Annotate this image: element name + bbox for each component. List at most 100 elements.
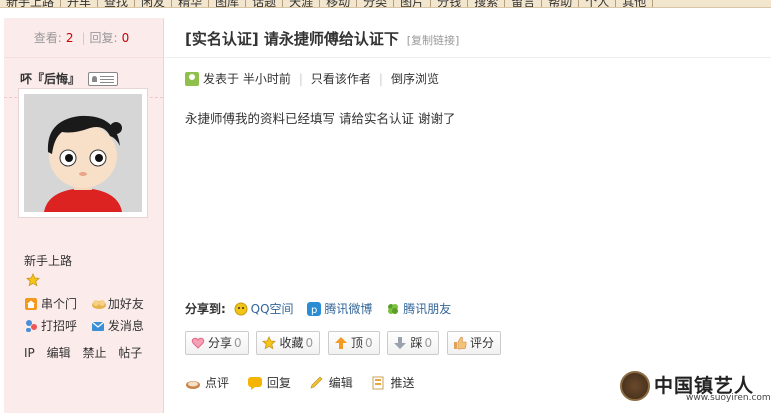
only-author-link[interactable]: 只看该作者 bbox=[311, 72, 371, 86]
upvote-button-label: 顶 bbox=[350, 336, 363, 350]
push-icon bbox=[371, 376, 387, 390]
online-status-icon bbox=[185, 72, 199, 86]
admin-ip-link[interactable]: IP bbox=[24, 346, 35, 360]
post-time: 发表于 半小时前 bbox=[203, 72, 291, 86]
top-nav-item[interactable]: 开车 bbox=[61, 0, 99, 7]
top-nav-item[interactable]: 留言 bbox=[505, 0, 543, 7]
share-count: 0 bbox=[234, 336, 242, 350]
top-nav-item[interactable]: 分钱 bbox=[431, 0, 469, 7]
upvote-count: 0 bbox=[364, 336, 373, 350]
admin-posts-link[interactable]: 帖子 bbox=[118, 346, 142, 360]
post-meta: 发表于 半小时前 | 只看该作者 | 倒序浏览 bbox=[185, 70, 439, 87]
add-friend-label: 加好友 bbox=[107, 297, 144, 311]
edit-label: 编辑 bbox=[328, 376, 353, 390]
top-nav-item[interactable]: 新手上路 bbox=[0, 0, 62, 7]
downvote-button-label: 踩 bbox=[410, 336, 423, 350]
reply-label: 回复 bbox=[266, 376, 291, 390]
push-link[interactable]: 推送 bbox=[371, 374, 415, 391]
favorite-count: 0 bbox=[305, 336, 314, 350]
upvote-button[interactable]: 顶0 bbox=[327, 331, 380, 355]
watermark-seal-icon bbox=[620, 371, 650, 401]
share-bar: 分享到: QQ空间 p 腾讯微博 腾讯朋友 bbox=[185, 300, 461, 317]
greet-icon bbox=[24, 319, 38, 333]
meta-divider: | bbox=[298, 72, 303, 86]
comment-label: 点评 bbox=[205, 376, 230, 390]
rate-button[interactable]: 评分 bbox=[446, 331, 501, 355]
edit-link[interactable]: 编辑 bbox=[309, 374, 353, 391]
comment-link[interactable]: 点评 bbox=[185, 374, 229, 391]
thread-stats: 查看: 2 | 回复: 0 bbox=[4, 18, 163, 58]
add-friend-link[interactable]: 加好友 bbox=[91, 296, 144, 312]
stats-divider: | bbox=[81, 31, 86, 45]
greet-label: 打招呼 bbox=[41, 319, 78, 333]
top-nav-item[interactable]: 搜索 bbox=[468, 0, 506, 7]
star-icon bbox=[262, 335, 277, 350]
send-message-label: 发消息 bbox=[107, 319, 144, 333]
downvote-count: 0 bbox=[424, 336, 433, 350]
top-nav-item[interactable]: 查找 bbox=[98, 0, 136, 7]
top-nav: 新手上路 开车 查找 闲友 精华 图库 话题 天涯 移动 分类 图片 分钱 搜索 留言 帮助 个人 其他 bbox=[0, 0, 771, 8]
tencent-weibo-icon: p bbox=[307, 302, 322, 316]
post-action-buttons: 分享 0 收藏 0 顶0 踩0 评分 bbox=[185, 331, 505, 355]
share-button-label: 分享 bbox=[208, 336, 233, 350]
user-rank: 新手上路 bbox=[24, 254, 73, 268]
reverse-order-link[interactable]: 倒序浏览 bbox=[391, 72, 439, 86]
top-nav-item[interactable]: 移动 bbox=[320, 0, 358, 7]
edit-icon bbox=[309, 376, 325, 390]
top-nav-item[interactable]: 分类 bbox=[357, 0, 395, 7]
share-label: 分享到: bbox=[185, 302, 226, 316]
thread-title-bar: [实名认证] 请永捷师傅给认证下 [复制链接] bbox=[165, 18, 771, 58]
share-tencent-weibo-label: 腾讯微博 bbox=[324, 302, 373, 316]
top-nav-item[interactable]: 个人 bbox=[579, 0, 617, 7]
share-tencent-friend-link[interactable]: 腾讯朋友 bbox=[386, 302, 451, 316]
add-friend-icon bbox=[91, 297, 106, 311]
copy-link-button[interactable]: [复制链接] bbox=[407, 34, 460, 47]
thread-title: [实名认证] 请永捷师傅给认证下 bbox=[185, 30, 399, 48]
home-icon bbox=[24, 297, 38, 311]
share-qzone-link[interactable]: QQ空间 bbox=[234, 302, 294, 316]
rank-star-icon bbox=[26, 273, 40, 290]
admin-ban-link[interactable]: 禁止 bbox=[82, 346, 106, 360]
heart-icon bbox=[191, 335, 205, 349]
views-label: 查看: bbox=[33, 31, 62, 45]
arrow-down-icon bbox=[393, 335, 407, 349]
meta-divider: | bbox=[378, 72, 383, 86]
admin-edit-link[interactable]: 编辑 bbox=[47, 346, 71, 360]
reply-link[interactable]: 回复 bbox=[247, 374, 291, 391]
top-nav-item[interactable]: 闲友 bbox=[135, 0, 173, 7]
views-count: 2 bbox=[65, 31, 74, 45]
reply-icon bbox=[247, 376, 263, 390]
visit-home-link[interactable]: 串个门 bbox=[24, 296, 77, 312]
qzone-icon bbox=[234, 302, 248, 316]
top-nav-item[interactable]: 帮助 bbox=[542, 0, 580, 7]
post-main: [实名认证] 请永捷师傅给认证下 [复制链接] 发表于 半小时前 | 只看该作者 | 倒… bbox=[165, 18, 771, 413]
favorite-button-label: 收藏 bbox=[279, 336, 304, 350]
push-label: 推送 bbox=[390, 376, 415, 390]
site-watermark: 中国镇艺人 www.suoyiren.com bbox=[614, 367, 771, 413]
downvote-button[interactable]: 踩0 bbox=[387, 331, 440, 355]
replies-count: 0 bbox=[121, 31, 130, 45]
rate-button-label: 评分 bbox=[469, 336, 494, 350]
avatar[interactable] bbox=[18, 88, 148, 218]
vcard-icon[interactable] bbox=[87, 71, 118, 86]
greet-link[interactable]: 打招呼 bbox=[24, 318, 77, 334]
top-nav-item[interactable]: 精华 bbox=[172, 0, 210, 7]
top-nav-item[interactable]: 图库 bbox=[209, 0, 247, 7]
author-username[interactable]: 吥『后悔』 bbox=[20, 72, 80, 86]
favorite-button[interactable]: 收藏 0 bbox=[256, 331, 321, 355]
tencent-friend-icon bbox=[386, 302, 400, 316]
share-tencent-weibo-link[interactable]: p 腾讯微博 bbox=[307, 302, 372, 316]
share-qzone-label: QQ空间 bbox=[250, 302, 294, 316]
top-nav-item[interactable]: 图片 bbox=[394, 0, 432, 7]
share-button[interactable]: 分享 0 bbox=[185, 331, 249, 355]
top-nav-item[interactable]: 话题 bbox=[246, 0, 284, 7]
thumb-icon bbox=[453, 335, 467, 350]
watermark-url: www.suoyiren.com bbox=[686, 393, 771, 403]
post-footer-actions: 点评 回复 编辑 推送 bbox=[185, 374, 429, 391]
replies-label: 回复: bbox=[89, 31, 118, 45]
svg-text:p: p bbox=[311, 305, 317, 316]
top-nav-item[interactable]: 其他 bbox=[616, 0, 654, 7]
send-message-link[interactable]: 发消息 bbox=[91, 318, 144, 334]
author-sidebar: 查看: 2 | 回复: 0 吥『后悔』 新手上路 串个门 加好友 打招呼 发消息… bbox=[4, 18, 164, 413]
top-nav-item[interactable]: 天涯 bbox=[283, 0, 321, 7]
